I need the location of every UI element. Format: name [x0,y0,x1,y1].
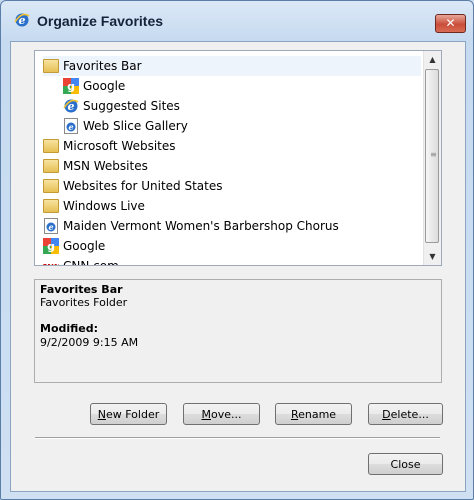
details-modified-label: Modified: [40,322,99,335]
tree-item-label: Google [83,79,126,93]
ie-page-icon: e [63,118,79,134]
details-type: Favorites Folder [40,296,128,309]
tree-item[interactable]: e Suggested Sites [63,96,421,116]
tree-item[interactable]: Favorites Bar [43,56,421,76]
tree-item-label: CNN.com [63,259,119,266]
folder-icon [43,178,59,194]
svg-text:CNN: CNN [43,263,59,266]
scrollbar-thumb[interactable]: ≡ [425,69,439,243]
rename-label: ename [298,408,337,421]
tree-item[interactable]: CNN CNN.com [41,256,421,266]
tree-item[interactable]: Websites for United States [43,176,421,196]
details-panel: Favorites Bar Favorites Folder Modified:… [34,279,442,383]
title-bar[interactable]: e Organize Favorites ✕ [1,1,473,41]
tree-item-label: Windows Live [63,199,145,213]
tree-item[interactable]: g Google [63,76,421,96]
google-icon: g [43,238,59,254]
favorites-tree[interactable]: Favorites Bar g Google e Suggested Sites e Web… [34,50,442,266]
close-button[interactable]: Close [368,453,443,475]
vertical-scrollbar[interactable]: ▲ ≡ ▼ [423,51,441,265]
grip-icon: ≡ [430,150,437,159]
tree-item-label: MSN Websites [63,159,148,173]
dialog-body: Favorites Bar g Google e Suggested Sites e Web… [10,41,466,492]
tree-item-label: Microsoft Websites [63,139,176,153]
close-icon: ✕ [445,16,456,30]
tree-item-label: Google [63,239,106,253]
tree-item-label: Favorites Bar [63,59,142,73]
scroll-up-arrow-icon[interactable]: ▲ [424,51,441,68]
rename-button[interactable]: Rename [275,403,352,425]
tree-item-label: Suggested Sites [83,99,180,113]
tree-item[interactable]: Windows Live [43,196,421,216]
folder-icon [43,58,59,74]
ie-page-icon: e [43,218,59,234]
suggested-sites-icon: e [63,98,79,114]
tree-item[interactable]: Microsoft Websites [43,136,421,156]
ie-icon: e [14,13,30,27]
delete-label: elete... [390,408,429,421]
close-window-button[interactable]: ✕ [435,14,466,33]
svg-text:g: g [67,80,75,93]
new-folder-mnemonic: N [97,408,106,421]
new-folder-button[interactable]: New Folder [90,403,167,425]
divider [35,437,440,439]
scroll-down-arrow-icon[interactable]: ▼ [424,248,441,265]
delete-button[interactable]: Delete... [368,403,443,425]
cnn-icon: CNN [41,258,60,266]
move-button[interactable]: Move... [183,403,260,425]
tree-item-label: Web Slice Gallery [83,119,188,133]
move-label: ove... [211,408,242,421]
tree-item[interactable]: g Google [43,236,421,256]
google-icon: g [63,78,79,94]
new-folder-label: ew Folder [105,408,160,421]
tree-item-label: Websites for United States [63,179,223,193]
window-title: Organize Favorites [37,13,164,29]
delete-mnemonic: D [382,408,391,421]
tree-item[interactable]: e Maiden Vermont Women's Barbershop Choru… [43,216,421,236]
details-name: Favorites Bar [40,283,123,296]
tree-item[interactable]: e Web Slice Gallery [63,116,421,136]
tree-item-label: Maiden Vermont Women's Barbershop Chorus [63,219,339,233]
details-modified-value: 9/2/2009 9:15 AM [40,336,139,349]
svg-text:e: e [48,222,53,232]
svg-text:e: e [68,122,73,132]
svg-text:g: g [47,240,55,253]
tree-item[interactable]: MSN Websites [43,156,421,176]
organize-favorites-dialog: e Organize Favorites ✕ Favorites Bar g Goo… [0,0,474,500]
folder-icon [43,138,59,154]
move-mnemonic: M [201,408,212,421]
folder-icon [43,158,59,174]
folder-icon [43,198,59,214]
